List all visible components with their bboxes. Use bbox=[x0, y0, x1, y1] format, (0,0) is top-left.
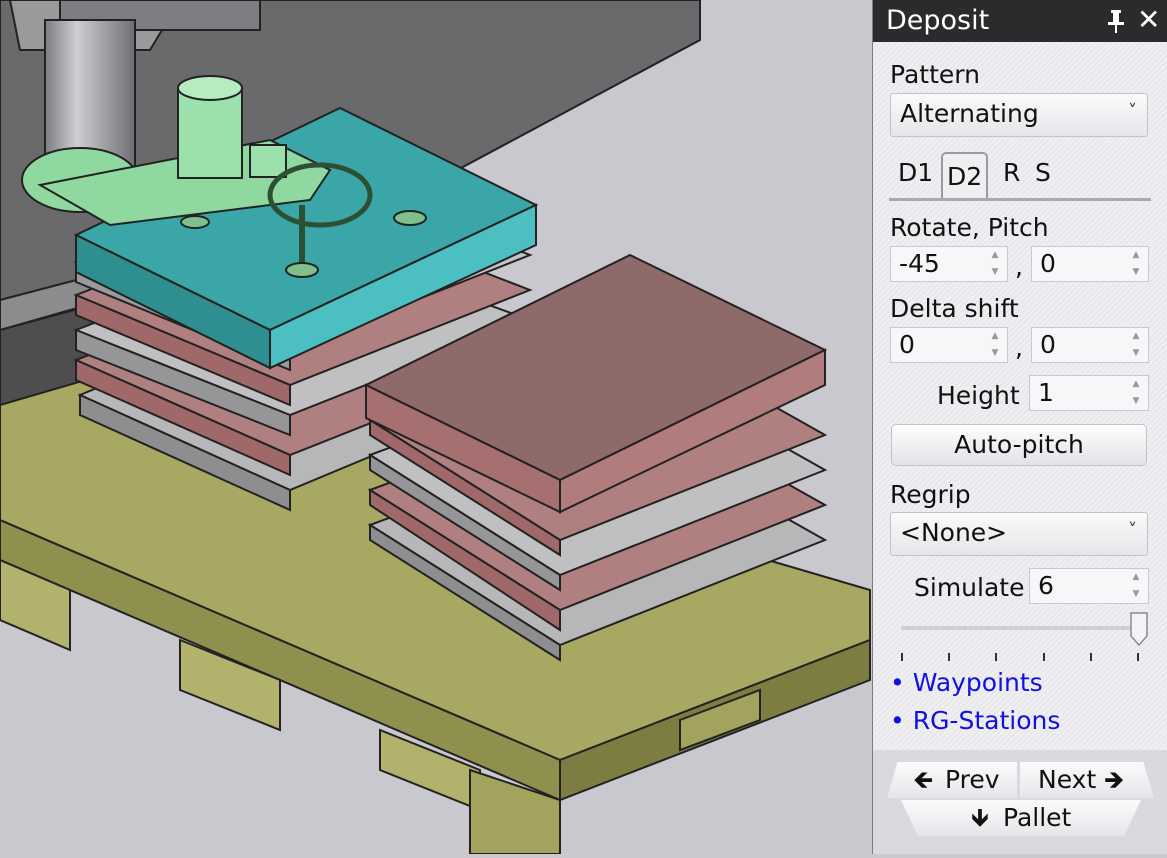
slider-tick bbox=[948, 653, 950, 661]
delta-x-value: 0 bbox=[899, 330, 915, 359]
height-value: 1 bbox=[1038, 378, 1054, 407]
pitch-value: 0 bbox=[1040, 249, 1056, 278]
pattern-label: Pattern bbox=[890, 60, 980, 89]
rotate-pitch-label: Rotate, Pitch bbox=[890, 213, 1049, 242]
auto-pitch-button[interactable]: Auto-pitch bbox=[891, 424, 1147, 466]
spin-up-icon[interactable]: ▲ bbox=[1129, 379, 1143, 389]
rg-stations-link[interactable]: • RG-Stations bbox=[890, 706, 1060, 735]
rotate-input[interactable]: -45 ▲ ▼ bbox=[890, 246, 1008, 282]
simulate-input[interactable]: 6 ▲ ▼ bbox=[1029, 568, 1149, 604]
chevron-down-icon: ˅ bbox=[1128, 520, 1137, 541]
arrow-down-icon: 🡻 bbox=[971, 803, 989, 832]
pattern-value: Alternating bbox=[900, 99, 1039, 128]
spin-down-icon[interactable]: ▼ bbox=[988, 348, 1002, 358]
spin-up-icon[interactable]: ▲ bbox=[988, 250, 1002, 260]
deposit-panel: Deposit ✕ Pattern Alternating ˅ D1 D2 R … bbox=[872, 0, 1167, 854]
tab-s[interactable]: S bbox=[1035, 158, 1051, 187]
height-input[interactable]: 1 ▲ ▼ bbox=[1029, 375, 1149, 411]
next-button[interactable]: Next 🡺 bbox=[1020, 762, 1154, 798]
regrip-dropdown[interactable]: <None> ˅ bbox=[890, 512, 1148, 556]
panel-titlebar: Deposit ✕ bbox=[873, 0, 1167, 42]
scene-drawing bbox=[0, 0, 872, 855]
regrip-label: Regrip bbox=[890, 480, 971, 509]
rotate-value: -45 bbox=[899, 249, 940, 278]
pin-icon[interactable] bbox=[1105, 8, 1127, 34]
spin-down-icon[interactable]: ▼ bbox=[1129, 396, 1143, 406]
slider-tick bbox=[1090, 653, 1092, 661]
tab-r[interactable]: R bbox=[1003, 158, 1020, 187]
slider-tick bbox=[995, 653, 997, 661]
next-label: Next bbox=[1038, 765, 1097, 794]
spin-up-icon[interactable]: ▲ bbox=[1129, 572, 1143, 582]
panel-title: Deposit bbox=[886, 5, 990, 36]
pallet-label: Pallet bbox=[1003, 803, 1072, 832]
simulate-label: Simulate bbox=[914, 573, 1025, 602]
slider-tick bbox=[1043, 653, 1045, 661]
spin-up-icon[interactable]: ▲ bbox=[1129, 331, 1143, 341]
delta-y-value: 0 bbox=[1040, 330, 1056, 359]
prev-button[interactable]: 🡸 Prev bbox=[887, 762, 1017, 798]
rotate-pitch-separator: , bbox=[1015, 252, 1023, 281]
waypoints-link[interactable]: • Waypoints bbox=[890, 668, 1043, 697]
arrow-left-icon: 🡸 bbox=[913, 765, 934, 794]
prev-label: Prev bbox=[945, 765, 1000, 794]
spin-down-icon[interactable]: ▼ bbox=[988, 267, 1002, 277]
spin-up-icon[interactable]: ▲ bbox=[988, 331, 1002, 341]
slider-tick bbox=[901, 653, 903, 661]
delta-y-input[interactable]: 0 ▲ ▼ bbox=[1031, 327, 1149, 363]
spin-down-icon[interactable]: ▼ bbox=[1129, 589, 1143, 599]
pallet-button[interactable]: 🡻 Pallet bbox=[901, 800, 1141, 836]
simulate-slider[interactable] bbox=[901, 626, 1139, 630]
arrow-right-icon: 🡺 bbox=[1104, 765, 1125, 794]
chevron-down-icon: ˅ bbox=[1128, 101, 1137, 122]
deposit-tabs: D1 D2 R S bbox=[889, 152, 1151, 201]
delta-shift-label: Delta shift bbox=[890, 294, 1019, 323]
spin-down-icon[interactable]: ▼ bbox=[1129, 348, 1143, 358]
3d-viewport[interactable] bbox=[0, 0, 872, 855]
regrip-value: <None> bbox=[900, 518, 1008, 547]
slider-tick bbox=[1137, 653, 1139, 661]
pitch-input[interactable]: 0 ▲ ▼ bbox=[1031, 246, 1149, 282]
tab-d1[interactable]: D1 bbox=[898, 158, 933, 187]
tab-d2[interactable]: D2 bbox=[941, 152, 989, 198]
spin-down-icon[interactable]: ▼ bbox=[1129, 267, 1143, 277]
close-icon[interactable]: ✕ bbox=[1137, 4, 1160, 36]
slider-thumb[interactable] bbox=[1130, 612, 1148, 646]
delta-shift-separator: , bbox=[1015, 333, 1023, 362]
height-label: Height bbox=[937, 381, 1020, 410]
navigation-area: 🡸 Prev Next 🡺 🡻 Pallet bbox=[873, 750, 1167, 854]
delta-x-input[interactable]: 0 ▲ ▼ bbox=[890, 327, 1008, 363]
simulate-value: 6 bbox=[1038, 571, 1054, 600]
spin-up-icon[interactable]: ▲ bbox=[1129, 250, 1143, 260]
pattern-dropdown[interactable]: Alternating ˅ bbox=[890, 93, 1148, 137]
